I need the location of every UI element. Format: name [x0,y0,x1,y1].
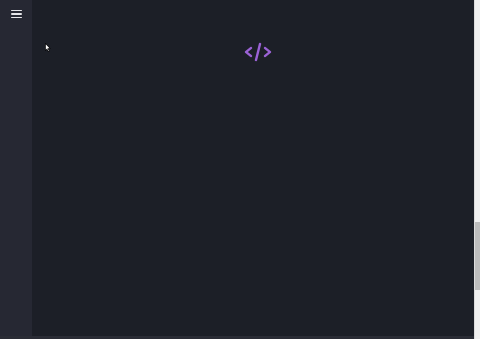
app-window [0,0,480,339]
menu-line [10,16,22,19]
menu-line [10,13,22,15]
scrollbar-thumb[interactable] [475,222,480,290]
sidebar [0,0,32,339]
mouse-cursor-icon [45,43,51,52]
menu-button[interactable] [6,5,26,23]
vertical-scrollbar[interactable] [474,0,480,339]
main-content [32,0,474,339]
hamburger-menu-icon [10,9,22,12]
code-brackets-icon [244,42,272,62]
